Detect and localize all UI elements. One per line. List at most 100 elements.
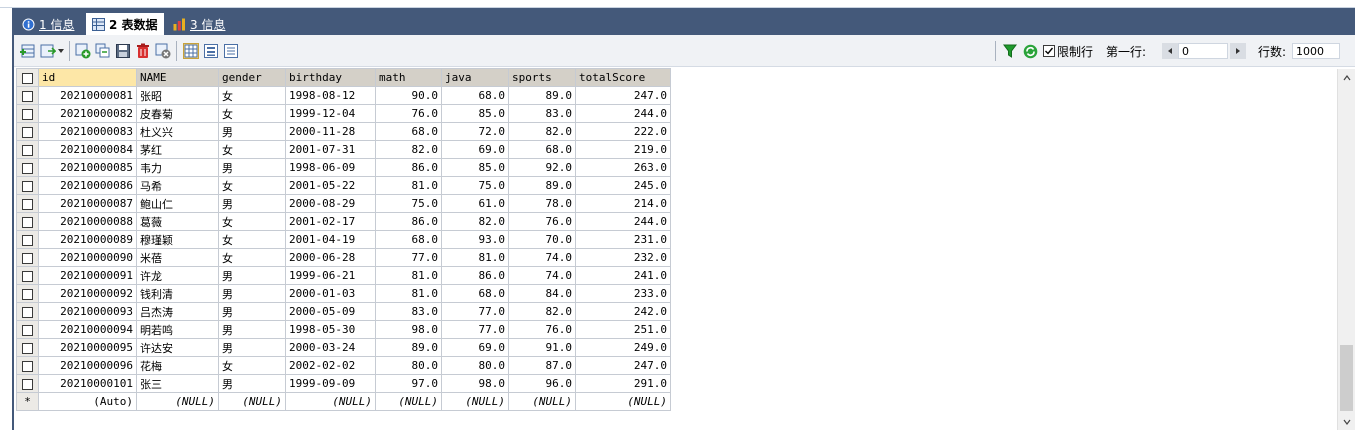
new-row-cell-name[interactable]: (NULL) bbox=[136, 392, 219, 411]
cell-birthday[interactable]: 2002-02-02 bbox=[285, 356, 376, 375]
cell-sports[interactable]: 84.0 bbox=[508, 284, 576, 303]
chevron-down-icon[interactable] bbox=[56, 43, 66, 59]
column-header-birthday[interactable]: birthday bbox=[285, 68, 376, 87]
export-icon[interactable] bbox=[40, 43, 56, 59]
column-header-gender[interactable]: gender bbox=[218, 68, 286, 87]
cell-math[interactable]: 77.0 bbox=[375, 248, 442, 267]
new-row-cell-gender[interactable]: (NULL) bbox=[218, 392, 286, 411]
table-row[interactable]: 20210000085 韦力男 1998-06-09 86.0 85.0 92.0 263.… bbox=[16, 158, 671, 177]
cell-gender[interactable]: 男 bbox=[218, 122, 286, 141]
cell-java[interactable]: 86.0 bbox=[441, 266, 509, 285]
cell-java[interactable]: 85.0 bbox=[441, 104, 509, 123]
cell-java[interactable]: 69.0 bbox=[441, 140, 509, 159]
cell-birthday[interactable]: 2001-05-22 bbox=[285, 176, 376, 195]
cell-sports[interactable]: 91.0 bbox=[508, 338, 576, 357]
cell-totalscore[interactable]: 219.0 bbox=[575, 140, 671, 159]
table-row[interactable]: 20210000083 杜义兴男 2000-11-28 68.0 72.0 82.0 222… bbox=[16, 122, 671, 141]
table-row[interactable]: 20210000081 张昭女 1998-08-12 90.0 68.0 89.0 247.… bbox=[16, 86, 671, 105]
cell-sports[interactable]: 74.0 bbox=[508, 248, 576, 267]
row-checkbox[interactable] bbox=[16, 140, 39, 159]
new-row-cell-sports[interactable]: (NULL) bbox=[508, 392, 576, 411]
cell-gender[interactable]: 女 bbox=[218, 140, 286, 159]
new-row-cell-java[interactable]: (NULL) bbox=[441, 392, 509, 411]
table-row[interactable]: 20210000101 张三男 1999-09-09 97.0 98.0 96.0 291.… bbox=[16, 374, 671, 393]
cell-name[interactable]: 穆瑾颖 bbox=[136, 230, 219, 249]
cell-math[interactable]: 68.0 bbox=[375, 122, 442, 141]
cell-id[interactable]: 20210000084 bbox=[38, 140, 137, 159]
cell-id[interactable]: 20210000092 bbox=[38, 284, 137, 303]
cell-totalscore[interactable]: 241.0 bbox=[575, 266, 671, 285]
cell-totalscore[interactable]: 251.0 bbox=[575, 320, 671, 339]
cell-birthday[interactable]: 2000-03-24 bbox=[285, 338, 376, 357]
previous-page-icon[interactable] bbox=[1162, 43, 1178, 59]
cell-id[interactable]: 20210000087 bbox=[38, 194, 137, 213]
table-row[interactable]: 20210000094 明若鸣男 1998-05-30 98.0 77.0 76.0 251… bbox=[16, 320, 671, 339]
cell-birthday[interactable]: 2001-04-19 bbox=[285, 230, 376, 249]
cell-birthday[interactable]: 1999-12-04 bbox=[285, 104, 376, 123]
cell-sports[interactable]: 76.0 bbox=[508, 212, 576, 231]
select-all-checkbox[interactable] bbox=[16, 68, 39, 87]
cell-java[interactable]: 61.0 bbox=[441, 194, 509, 213]
cell-birthday[interactable]: 2001-02-17 bbox=[285, 212, 376, 231]
cell-id[interactable]: 20210000090 bbox=[38, 248, 137, 267]
cell-birthday[interactable]: 1998-06-09 bbox=[285, 158, 376, 177]
table-row[interactable]: 20210000092 钱利清男 2000-01-03 81.0 68.0 84.0 233… bbox=[16, 284, 671, 303]
cell-math[interactable]: 75.0 bbox=[375, 194, 442, 213]
row-checkbox[interactable] bbox=[16, 230, 39, 249]
cell-id[interactable]: 20210000101 bbox=[38, 374, 137, 393]
cell-sports[interactable]: 82.0 bbox=[508, 302, 576, 321]
cell-gender[interactable]: 男 bbox=[218, 302, 286, 321]
cell-gender[interactable]: 女 bbox=[218, 176, 286, 195]
row-checkbox[interactable] bbox=[16, 338, 39, 357]
cell-totalscore[interactable]: 232.0 bbox=[575, 248, 671, 267]
cell-sports[interactable]: 68.0 bbox=[508, 140, 576, 159]
cell-java[interactable]: 82.0 bbox=[441, 212, 509, 231]
first-row-input[interactable] bbox=[1178, 43, 1228, 59]
row-checkbox[interactable] bbox=[16, 158, 39, 177]
cell-totalscore[interactable]: 263.0 bbox=[575, 158, 671, 177]
table-row[interactable]: 20210000086 马希女 2001-05-22 81.0 75.0 89.0 245.… bbox=[16, 176, 671, 195]
cell-birthday[interactable]: 2000-11-28 bbox=[285, 122, 376, 141]
cell-birthday[interactable]: 2001-07-31 bbox=[285, 140, 376, 159]
tab-info-1[interactable]: 1 信息 bbox=[16, 13, 80, 35]
cell-name[interactable]: 皮春菊 bbox=[136, 104, 219, 123]
cell-math[interactable]: 76.0 bbox=[375, 104, 442, 123]
table-row[interactable]: 20210000090 米蓓女 2000-06-28 77.0 81.0 74.0 232.… bbox=[16, 248, 671, 267]
new-row-cell-birthday[interactable]: (NULL) bbox=[285, 392, 376, 411]
table-row[interactable]: 20210000091 许龙男 1999-06-21 81.0 86.0 74.0 241.… bbox=[16, 266, 671, 285]
row-checkbox[interactable] bbox=[16, 176, 39, 195]
row-checkbox[interactable] bbox=[16, 212, 39, 231]
row-checkbox[interactable] bbox=[16, 266, 39, 285]
delete-icon[interactable] bbox=[135, 43, 151, 59]
scroll-down-icon[interactable] bbox=[1338, 413, 1355, 430]
tab-table-data[interactable]: 2 表数据 bbox=[85, 12, 165, 35]
column-header-totalscore[interactable]: totalScore bbox=[575, 68, 671, 87]
cell-math[interactable]: 81.0 bbox=[375, 176, 442, 195]
cell-gender[interactable]: 男 bbox=[218, 158, 286, 177]
cell-id[interactable]: 20210000085 bbox=[38, 158, 137, 177]
cell-gender[interactable]: 男 bbox=[218, 194, 286, 213]
cell-id[interactable]: 20210000091 bbox=[38, 266, 137, 285]
limit-rows-control[interactable]: 限制行 bbox=[1043, 42, 1093, 60]
cell-sports[interactable]: 96.0 bbox=[508, 374, 576, 393]
table-row[interactable]: 20210000082 皮春菊女 1999-12-04 76.0 85.0 83.0 244… bbox=[16, 104, 671, 123]
cell-gender[interactable]: 女 bbox=[218, 248, 286, 267]
cell-sports[interactable]: 89.0 bbox=[508, 176, 576, 195]
cell-gender[interactable]: 女 bbox=[218, 356, 286, 375]
new-row-cell-math[interactable]: (NULL) bbox=[375, 392, 442, 411]
cancel-changes-icon[interactable] bbox=[155, 43, 171, 59]
cell-name[interactable]: 马希 bbox=[136, 176, 219, 195]
cell-totalscore[interactable]: 291.0 bbox=[575, 374, 671, 393]
cell-birthday[interactable]: 2000-05-09 bbox=[285, 302, 376, 321]
cell-birthday[interactable]: 1999-09-09 bbox=[285, 374, 376, 393]
cell-java[interactable]: 75.0 bbox=[441, 176, 509, 195]
cell-math[interactable]: 68.0 bbox=[375, 230, 442, 249]
row-checkbox[interactable] bbox=[16, 194, 39, 213]
column-header-math[interactable]: math bbox=[375, 68, 442, 87]
cell-name[interactable]: 张昭 bbox=[136, 86, 219, 105]
grid-view-icon[interactable] bbox=[183, 43, 199, 59]
cell-name[interactable]: 张三 bbox=[136, 374, 219, 393]
cell-totalscore[interactable]: 222.0 bbox=[575, 122, 671, 141]
cell-name[interactable]: 许龙 bbox=[136, 266, 219, 285]
cell-birthday[interactable]: 1999-06-21 bbox=[285, 266, 376, 285]
